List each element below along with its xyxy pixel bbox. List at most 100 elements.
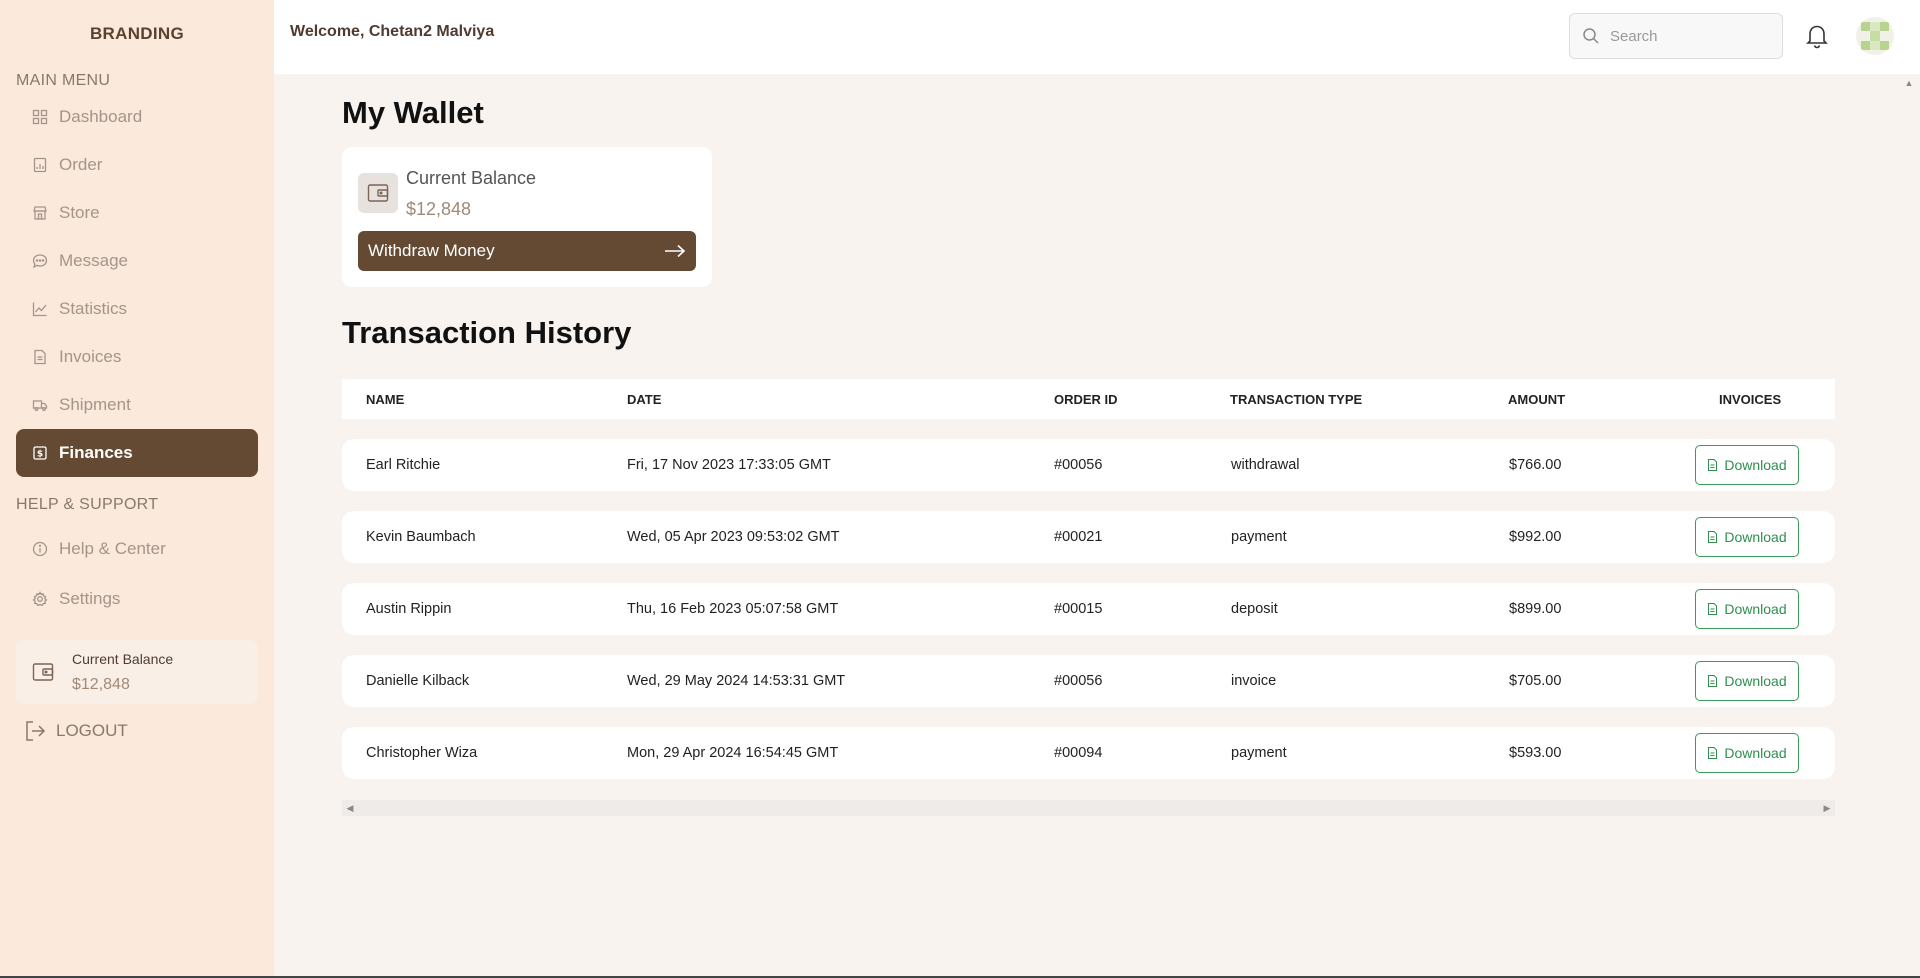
table-row: Austin Rippin Thu, 16 Feb 2023 05:07:58 … — [342, 583, 1835, 635]
avatar[interactable] — [1856, 17, 1894, 55]
file-icon — [1708, 603, 1718, 615]
cell-date: Wed, 05 Apr 2023 09:53:02 GMT — [627, 529, 840, 545]
search-input[interactable] — [1610, 27, 1770, 45]
table-row: Earl Ritchie Fri, 17 Nov 2023 17:33:05 G… — [342, 439, 1835, 491]
chat-icon — [32, 253, 48, 269]
download-label: Download — [1724, 601, 1787, 617]
current-balance-label: Current Balance — [406, 168, 537, 188]
sidebar-item-dashboard[interactable]: Dashboard — [16, 94, 258, 140]
store-icon — [32, 205, 48, 221]
scroll-left-arrow-icon[interactable]: ◀ — [345, 803, 355, 813]
sidebar-item-message[interactable]: Message — [16, 238, 258, 284]
search-box[interactable] — [1569, 13, 1783, 59]
svg-text:$: $ — [37, 450, 43, 460]
chart-line-icon — [32, 301, 48, 317]
sidebar-item-help-center[interactable]: Help & Center — [16, 526, 258, 572]
table-horizontal-scrollbar[interactable]: ◀ ▶ — [342, 800, 1835, 816]
sidebar-item-label: Settings — [59, 589, 121, 608]
sidebar-item-settings[interactable]: Settings — [16, 576, 258, 622]
sidebar: BRANDING MAIN MENU Dashboard Order Store… — [0, 0, 274, 978]
help-support-label: HELP & SUPPORT — [16, 496, 159, 513]
page-title: My Wallet — [342, 95, 484, 130]
cell-name: Danielle Kilback — [366, 673, 470, 689]
sidebar-item-label: Store — [59, 203, 100, 222]
withdraw-label: Withdraw Money — [368, 241, 495, 260]
cell-name: Austin Rippin — [366, 601, 452, 617]
sidebar-item-invoices[interactable]: Invoices — [16, 334, 258, 380]
transaction-history-title: Transaction History — [342, 315, 632, 350]
table-row: Christopher Wiza Mon, 29 Apr 2024 16:54:… — [342, 727, 1835, 779]
main-menu-label: MAIN MENU — [16, 72, 111, 89]
sidebar-item-label: Finances — [59, 443, 133, 462]
cell-transaction-type: payment — [1231, 745, 1287, 761]
sidebar-item-label: Message — [59, 251, 128, 270]
cell-name: Kevin Baumbach — [366, 529, 476, 545]
download-invoice-button[interactable]: Download — [1695, 517, 1799, 557]
sidebar-item-statistics[interactable]: Statistics — [16, 286, 258, 332]
cell-order-id: #00021 — [1054, 529, 1103, 545]
cell-transaction-type: payment — [1231, 529, 1287, 545]
brand-logo: BRANDING — [89, 24, 184, 43]
cell-transaction-type: withdrawal — [1231, 457, 1300, 473]
sidebar-balance-card: Current Balance $12,848 — [16, 640, 258, 704]
cell-order-id: #00094 — [1054, 745, 1103, 761]
cell-amount: $705.00 — [1509, 673, 1562, 689]
download-invoice-button[interactable]: Download — [1695, 661, 1799, 701]
scroll-right-arrow-icon[interactable]: ▶ — [1822, 803, 1832, 813]
document-icon — [32, 349, 48, 365]
search-icon — [1583, 28, 1599, 44]
sidebar-item-label: Shipment — [59, 395, 131, 414]
column-header-date: DATE — [627, 392, 662, 407]
sidebar-item-store[interactable]: Store — [16, 190, 258, 236]
clipboard-icon — [32, 157, 48, 173]
cell-date: Wed, 29 May 2024 14:53:31 GMT — [627, 673, 846, 689]
download-label: Download — [1724, 673, 1787, 689]
cell-amount: $992.00 — [1509, 529, 1562, 545]
cell-amount: $766.00 — [1509, 457, 1562, 473]
cell-order-id: #00056 — [1054, 673, 1103, 689]
logout-button[interactable]: LOGOUT — [24, 720, 128, 742]
sidebar-item-label: Invoices — [59, 347, 122, 366]
table-row: Kevin Baumbach Wed, 05 Apr 2023 09:53:02… — [342, 511, 1835, 563]
info-icon — [32, 541, 48, 557]
download-invoice-button[interactable]: Download — [1695, 733, 1799, 773]
welcome-text: Welcome, Chetan2 Malviya — [290, 23, 495, 40]
download-label: Download — [1724, 745, 1787, 761]
sidebar-item-finances[interactable]: $ Finances — [16, 429, 258, 477]
sidebar-item-label: Dashboard — [59, 107, 143, 126]
column-header-invoices: INVOICES — [1719, 392, 1782, 407]
file-icon — [1708, 531, 1718, 543]
download-invoice-button[interactable]: Download — [1695, 589, 1799, 629]
truck-icon — [32, 397, 48, 413]
sidebar-item-order[interactable]: Order — [16, 142, 258, 188]
sidebar-item-shipment[interactable]: Shipment — [16, 382, 258, 428]
column-header-name: NAME — [366, 392, 405, 407]
cell-amount: $593.00 — [1509, 745, 1562, 761]
wallet-icon — [32, 662, 54, 682]
column-header-amount: AMOUNT — [1508, 392, 1566, 407]
cell-amount: $899.00 — [1509, 601, 1562, 617]
logout-icon — [26, 721, 46, 741]
sidebar-balance-amount: $12,848 — [72, 676, 130, 693]
sidebar-item-label: Statistics — [59, 299, 128, 318]
wallet-icon — [358, 173, 398, 213]
download-label: Download — [1724, 529, 1787, 545]
scroll-up-arrow-icon[interactable]: ▲ — [1903, 78, 1915, 88]
sidebar-item-label: Help & Center — [59, 539, 166, 558]
file-icon — [1708, 675, 1718, 687]
current-balance-amount: $12,848 — [406, 199, 472, 219]
table-header: NAME DATE ORDER ID TRANSACTION TYPE AMOU… — [342, 379, 1835, 419]
withdraw-money-button[interactable]: Withdraw Money — [358, 231, 696, 271]
dollar-icon: $ — [32, 445, 48, 461]
download-invoice-button[interactable]: Download — [1695, 445, 1799, 485]
notification-bell-icon[interactable] — [1804, 22, 1830, 50]
cell-order-id: #00015 — [1054, 601, 1103, 617]
wallet-balance-card: Current Balance $12,848 Withdraw Money — [342, 147, 712, 287]
cell-date: Fri, 17 Nov 2023 17:33:05 GMT — [627, 457, 831, 473]
cell-date: Mon, 29 Apr 2024 16:54:45 GMT — [627, 745, 839, 761]
sidebar-balance-label: Current Balance — [72, 651, 174, 667]
grid-icon — [32, 109, 48, 125]
column-header-order-id: ORDER ID — [1054, 392, 1118, 407]
logout-label: LOGOUT — [56, 721, 128, 740]
file-icon — [1708, 459, 1718, 471]
